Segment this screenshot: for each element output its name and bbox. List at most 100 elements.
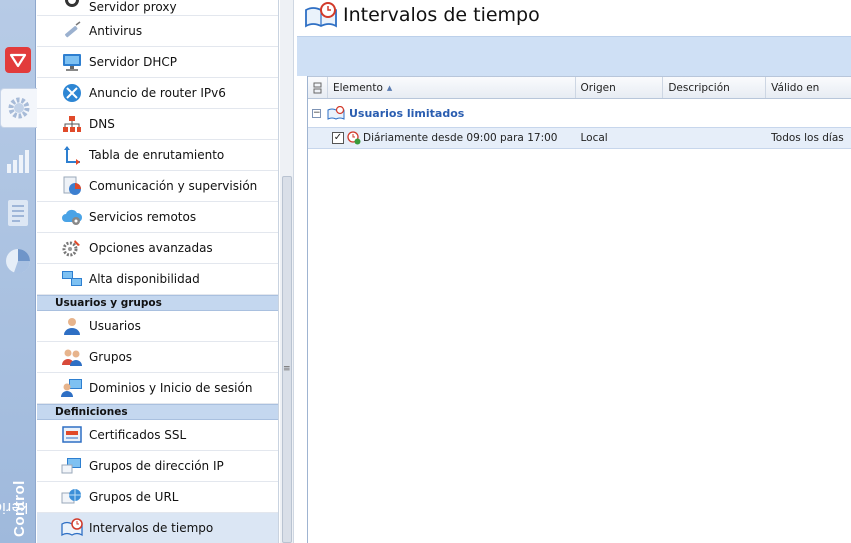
status-rail-button[interactable] bbox=[3, 246, 33, 276]
row-element-text: Diáriamente desde 09:00 para 17:00 bbox=[363, 132, 558, 144]
nav-item-groups[interactable]: Grupos bbox=[37, 342, 278, 373]
brand-prefix: kerio bbox=[0, 498, 28, 516]
time-range-icon bbox=[305, 2, 337, 28]
cell-description bbox=[663, 128, 766, 148]
logs-rail-button[interactable] bbox=[3, 198, 33, 228]
nav-item-label: Usuarios bbox=[89, 319, 141, 333]
nav-item-proxy[interactable]: Servidor proxy bbox=[37, 0, 278, 16]
nav-item-url-groups[interactable]: Grupos de URL bbox=[37, 482, 278, 513]
cell-element: ✓ Diáriamente desde 09:00 para 17:00 bbox=[308, 128, 576, 148]
splitter-grip[interactable]: ≡ bbox=[283, 365, 291, 378]
pie-chart-icon bbox=[6, 249, 31, 274]
collapse-icon[interactable]: − bbox=[312, 108, 321, 118]
column-description[interactable]: Descripción bbox=[663, 77, 767, 98]
routing-icon bbox=[61, 145, 83, 165]
time-ranges-grid: Elemento ▲ Origen Descripción Válido en −… bbox=[307, 76, 851, 543]
nav-item-ip-groups[interactable]: Grupos de dirección IP bbox=[37, 451, 278, 482]
nav-item-label: Anuncio de router IPv6 bbox=[89, 86, 226, 100]
nav-item-dhcp[interactable]: Servidor DHCP bbox=[37, 47, 278, 78]
main-panel: Intervalos de tiempo Elemento ▲ Origen De… bbox=[297, 0, 851, 543]
ip-group-icon bbox=[61, 456, 83, 476]
nav-item-label: Grupos de dirección IP bbox=[89, 459, 224, 473]
app-rail: kerioControl bbox=[0, 0, 37, 543]
nav-section-definitions: Definiciones bbox=[37, 404, 278, 420]
nav-item-label: Grupos bbox=[89, 350, 133, 364]
nav-item-dns[interactable]: DNS bbox=[37, 109, 278, 140]
group-icon bbox=[61, 347, 83, 367]
configuration-rail-button[interactable] bbox=[0, 88, 37, 128]
time-range-icon bbox=[61, 518, 83, 538]
nav-item-label: Intervalos de tiempo bbox=[89, 521, 214, 535]
domain-icon bbox=[61, 378, 83, 398]
security-rail-button[interactable] bbox=[3, 45, 33, 75]
url-group-icon bbox=[61, 487, 83, 507]
ipv6-icon bbox=[61, 83, 83, 103]
page-title: Intervalos de tiempo bbox=[343, 4, 540, 26]
bar-chart-icon bbox=[7, 150, 29, 173]
time-interval-icon bbox=[347, 131, 361, 145]
user-icon bbox=[61, 316, 83, 336]
nav-item-users[interactable]: Usuarios bbox=[37, 311, 278, 342]
column-label: Descripción bbox=[668, 81, 730, 94]
nav-item-label: Certificados SSL bbox=[89, 428, 187, 442]
nav-item-monitoring[interactable]: Comunicación y supervisión bbox=[37, 171, 278, 202]
ha-icon bbox=[61, 269, 83, 289]
sort-ascending-icon: ▲ bbox=[386, 83, 393, 92]
toolbar bbox=[297, 36, 851, 76]
advanced-icon bbox=[61, 238, 83, 258]
antivirus-icon bbox=[61, 21, 83, 41]
column-label: Origen bbox=[580, 81, 616, 94]
checklist-icon bbox=[313, 82, 322, 93]
nav-item-domains-login[interactable]: Dominios y Inicio de sesión bbox=[37, 373, 278, 404]
cell-valid-on: Todos los días bbox=[771, 132, 844, 144]
nav-item-remote-services[interactable]: Servicios remotos bbox=[37, 202, 278, 233]
statistics-rail-button[interactable] bbox=[3, 146, 33, 176]
nav-item-ssl-certificates[interactable]: Certificados SSL bbox=[37, 420, 278, 451]
certificate-icon bbox=[61, 425, 83, 445]
nav-item-label: Antivirus bbox=[89, 24, 143, 38]
group-label: Usuarios limitados bbox=[349, 106, 465, 120]
shield-icon bbox=[5, 47, 31, 73]
column-element[interactable]: Elemento ▲ bbox=[328, 77, 576, 98]
column-origin[interactable]: Origen bbox=[576, 77, 664, 98]
proxy-icon bbox=[61, 0, 83, 14]
gear-icon bbox=[8, 97, 30, 119]
nav-item-label: Tabla de enrutamiento bbox=[89, 148, 225, 162]
nav-item-label: Opciones avanzadas bbox=[89, 241, 213, 255]
group-row[interactable]: − Usuarios limitados bbox=[308, 99, 851, 127]
nav-item-high-availability[interactable]: Alta disponibilidad bbox=[37, 264, 278, 295]
nav-item-label: Servicios remotos bbox=[89, 210, 197, 224]
nav-item-routing[interactable]: Tabla de enrutamiento bbox=[37, 140, 278, 171]
dns-icon bbox=[61, 114, 83, 134]
cloud-icon bbox=[61, 207, 83, 227]
navigation-tree: Servidor proxy Antivirus Servidor DHCP A… bbox=[37, 0, 279, 543]
nav-item-label: Alta disponibilidad bbox=[89, 272, 200, 286]
grid-header: Elemento ▲ Origen Descripción Válido en bbox=[308, 76, 851, 99]
page-header: Intervalos de tiempo bbox=[305, 0, 540, 30]
table-row[interactable]: ✓ Diáriamente desde 09:00 para 17:00 Loc… bbox=[308, 127, 851, 149]
monitoring-icon bbox=[61, 176, 83, 196]
nav-section-users-groups: Usuarios y grupos bbox=[37, 295, 278, 311]
dhcp-icon bbox=[61, 52, 83, 72]
nav-item-label: Dominios y Inicio de sesión bbox=[89, 381, 253, 395]
nav-item-label: Grupos de URL bbox=[89, 490, 179, 504]
column-label: Elemento bbox=[332, 81, 383, 94]
time-range-icon bbox=[327, 106, 345, 120]
column-valid-on[interactable]: Válido en bbox=[766, 77, 851, 98]
cell-origin: Local bbox=[580, 132, 608, 144]
nav-item-time-ranges[interactable]: Intervalos de tiempo bbox=[37, 513, 278, 543]
column-label: Válido en bbox=[771, 81, 820, 94]
nav-scrollbar-thumb[interactable] bbox=[282, 176, 292, 543]
nav-item-advanced[interactable]: Opciones avanzadas bbox=[37, 233, 278, 264]
nav-item-label: Comunicación y supervisión bbox=[89, 179, 258, 193]
nav-scrollbar[interactable] bbox=[280, 0, 294, 543]
select-all-column[interactable] bbox=[308, 77, 328, 98]
log-icon bbox=[8, 200, 28, 226]
nav-item-ipv6[interactable]: Anuncio de router IPv6 bbox=[37, 78, 278, 109]
nav-item-antivirus[interactable]: Antivirus bbox=[37, 16, 278, 47]
nav-item-label: Servidor DHCP bbox=[89, 55, 177, 69]
brand-logo: kerioControl bbox=[0, 427, 28, 537]
nav-item-label: Servidor proxy bbox=[89, 0, 177, 14]
nav-item-label: DNS bbox=[89, 117, 115, 131]
row-checkbox[interactable]: ✓ bbox=[332, 132, 344, 144]
